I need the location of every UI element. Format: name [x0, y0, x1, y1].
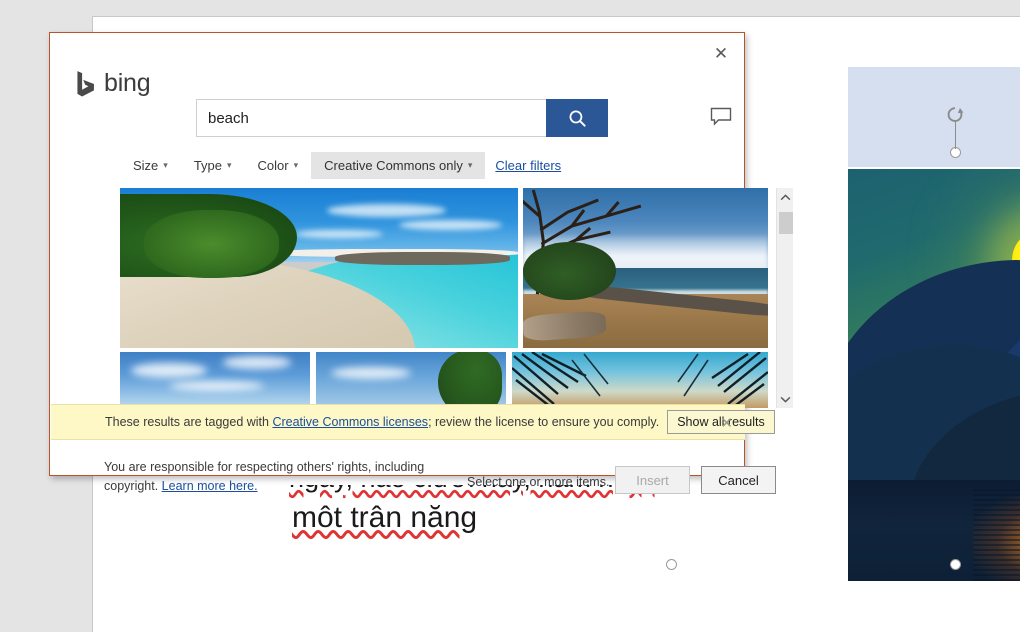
- filter-creative-commons-only[interactable]: Creative Commons only ▾: [311, 152, 485, 179]
- result-thumbnail-3[interactable]: [120, 352, 310, 408]
- notice-text-after: ; review the license to ensure you compl…: [428, 415, 659, 429]
- bing-branding: bing: [76, 63, 171, 103]
- filter-creative-commons-label: Creative Commons only: [324, 158, 463, 173]
- notice-text: These results are tagged with Creative C…: [105, 415, 659, 429]
- filter-color[interactable]: Color ▾: [245, 152, 312, 179]
- clear-filters-link[interactable]: Clear filters: [495, 158, 561, 173]
- result-thumbnail-4[interactable]: [316, 352, 506, 408]
- result-thumbnail-2[interactable]: [523, 188, 768, 348]
- chevron-down-icon: ▾: [163, 160, 168, 171]
- search-magnifier-icon: [567, 108, 588, 129]
- chevron-down-icon: ▾: [294, 160, 299, 171]
- picture-water-striations: [973, 489, 1020, 581]
- feedback-speech-bubble-icon[interactable]: [710, 107, 732, 127]
- selection-hint: Select one or more items.: [467, 475, 609, 489]
- scrollbar-down-button[interactable]: [777, 390, 794, 408]
- bing-logo-icon: [76, 70, 97, 97]
- thumb1-trees-highlight: [144, 210, 279, 277]
- search-button[interactable]: [546, 99, 608, 137]
- notice-close-icon[interactable]: ✕: [720, 414, 733, 432]
- thumb1-cloud-a: [327, 204, 446, 217]
- bing-image-search-dialog: ✕ bing: [49, 32, 745, 476]
- filter-size[interactable]: Size ▾: [120, 152, 181, 179]
- filter-size-label: Size: [133, 158, 158, 173]
- filter-bar: Size ▾ Type ▾ Color ▾ Creative Commons o…: [120, 151, 561, 179]
- thumb1-cloud-b: [399, 220, 502, 230]
- thumb1-cloud-c: [295, 230, 383, 238]
- thumb3-cloud-a: [131, 363, 207, 378]
- creative-commons-notice-bar: These results are tagged with Creative C…: [51, 404, 745, 440]
- chevron-down-icon: ▾: [227, 160, 232, 171]
- notice-text-before: These results are tagged with: [105, 415, 272, 429]
- rotate-handle-icon[interactable]: [945, 105, 965, 125]
- copyright-disclaimer: You are responsible for respecting other…: [104, 458, 444, 496]
- chevron-down-icon: [780, 396, 791, 403]
- bing-wordmark: bing: [104, 69, 150, 98]
- search-bar: [196, 99, 608, 137]
- chevron-up-icon: [780, 194, 791, 201]
- selection-handle-bottom-left[interactable]: [666, 559, 677, 570]
- insert-button[interactable]: Insert: [615, 466, 690, 494]
- filter-type[interactable]: Type ▾: [181, 152, 245, 179]
- filter-type-label: Type: [194, 158, 222, 173]
- result-thumbnail-1[interactable]: [120, 188, 518, 348]
- thumb2-foliage: [523, 242, 616, 300]
- chevron-down-icon: ▾: [468, 160, 473, 171]
- search-input[interactable]: [196, 99, 546, 137]
- scrollbar-thumb[interactable]: [779, 212, 793, 234]
- filter-color-label: Color: [258, 158, 289, 173]
- thumb3-cloud-b: [223, 356, 291, 368]
- thumb1-rock-jetty: [335, 252, 510, 265]
- rotate-handle-stem: [955, 122, 956, 149]
- screen: ngày, nào ciươi này, nam ngày, môt trân …: [0, 0, 1020, 632]
- cancel-button[interactable]: Cancel: [701, 466, 776, 494]
- creative-commons-licenses-link[interactable]: Creative Commons licenses: [272, 415, 428, 429]
- selection-handle-bottom-center[interactable]: [950, 559, 961, 570]
- thumb4-cloud: [331, 367, 411, 379]
- results-scrollbar[interactable]: [776, 188, 793, 408]
- learn-more-link[interactable]: Learn more here.: [162, 479, 258, 493]
- close-icon[interactable]: ✕: [710, 43, 732, 65]
- slide-header-band: [848, 67, 1020, 167]
- result-thumbnail-5[interactable]: [512, 352, 768, 408]
- thumb5-palm-fronds: [512, 352, 768, 408]
- disclaimer-text: You are responsible for respecting other…: [104, 460, 424, 493]
- scrollbar-up-button[interactable]: [777, 188, 794, 206]
- slide-text-line-main[interactable]: môt trân năng: [292, 501, 477, 535]
- dialog-footer: You are responsible for respecting other…: [50, 441, 744, 475]
- thumb4-palm-foliage: [438, 352, 503, 408]
- thumb3-cloud-c: [169, 381, 264, 391]
- slide-picture-sunset[interactable]: [848, 169, 1020, 581]
- image-results-grid: [120, 188, 770, 408]
